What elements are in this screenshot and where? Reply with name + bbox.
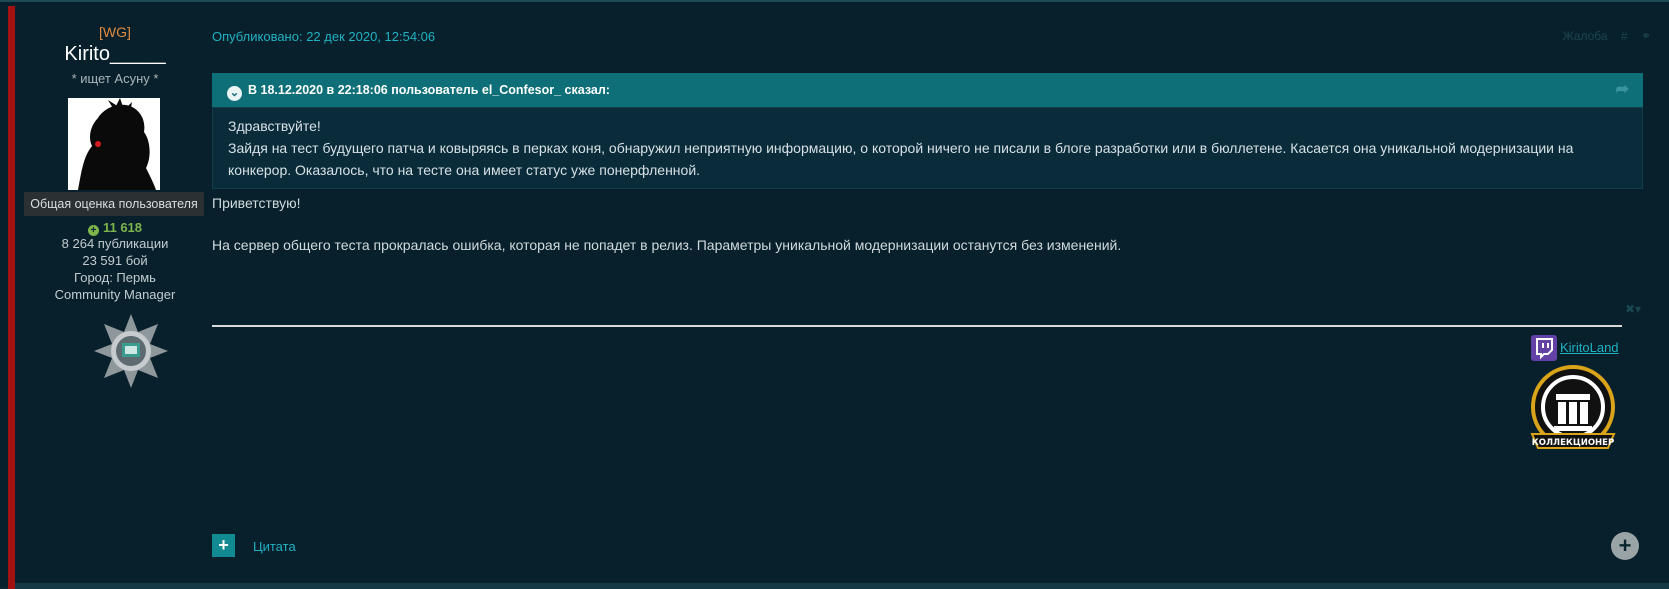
quote-button-label[interactable]: Цитата — [253, 539, 296, 554]
clan-tag[interactable]: [WG] — [20, 24, 210, 40]
battle-count: 23 591 бой — [82, 253, 148, 268]
twitch-icon[interactable] — [1531, 335, 1557, 361]
signature-link[interactable]: KiritoLand — [1560, 340, 1619, 355]
developer-indicator-bar — [8, 6, 15, 589]
chevron-down-icon[interactable]: ⌄ — [227, 86, 242, 101]
author-status: * ищет Асуну * — [71, 71, 159, 86]
signature-toggle-icon[interactable]: ✖▾ — [1625, 302, 1641, 316]
avatar[interactable] — [68, 98, 160, 190]
rating-tooltip: Общая оценка пользователя — [24, 192, 204, 216]
signature-divider — [212, 325, 1622, 327]
quote-body: Здравствуйте! Зайдя на тест будущего пат… — [212, 107, 1643, 189]
author-username[interactable]: Kirito_____ — [20, 43, 210, 66]
medal-badge-icon — [94, 314, 168, 388]
permalink-link[interactable]: # — [1621, 29, 1628, 43]
published-date: Опубликовано: 22 дек 2020, 12:54:06 — [212, 29, 436, 44]
reputation[interactable]: +11 618 — [20, 220, 210, 236]
add-quote-button[interactable]: + — [212, 534, 235, 557]
quote-line: конкерор. Оказалось, что на тесте она им… — [228, 162, 701, 178]
reputation-value: 11 618 — [102, 220, 143, 235]
multi-quote-plus-icon[interactable]: + — [1611, 532, 1639, 560]
quote-line: Здравствуйте! — [228, 118, 321, 134]
post-bottom-border — [15, 583, 1669, 589]
post-greeting: Приветствую! — [212, 195, 301, 211]
share-arrow-icon[interactable]: ➦ — [1616, 73, 1629, 107]
quote-header[interactable]: ⌄ В 18.12.2020 в 22:18:06 пользователь el… — [212, 73, 1643, 107]
share-icon[interactable]: ⚭ — [1641, 29, 1651, 43]
post-tools: Жалоба # ⚭ — [1553, 29, 1651, 43]
twitch-logo-icon — [1536, 338, 1553, 360]
quote-header-text: В 18.12.2020 в 22:18:06 пользователь el_… — [248, 83, 610, 97]
report-link[interactable]: Жалоба — [1563, 29, 1608, 43]
post-container: [WG] Kirito_____ * ищет Асуну * Разработ… — [0, 0, 1669, 589]
post-body: На сервер общего теста прокралась ошибка… — [212, 237, 1122, 253]
avatar-image — [68, 98, 160, 190]
author-city: Город: Пермь — [74, 270, 156, 285]
author-title: Community Manager — [54, 287, 176, 302]
collector-badge-text: КОЛЛЕКЦИОНЕР — [1532, 438, 1614, 448]
quote-line: Зайдя на тест будущего патча и ковыряясь… — [228, 140, 1574, 156]
quote-block: ⌄ В 18.12.2020 в 22:18:06 пользователь el… — [212, 73, 1643, 189]
post-count: 8 264 публикации — [61, 236, 169, 251]
collector-badge-icon: КОЛЛЕКЦИОНЕР — [1530, 365, 1616, 449]
plus-icon: + — [87, 225, 99, 236]
